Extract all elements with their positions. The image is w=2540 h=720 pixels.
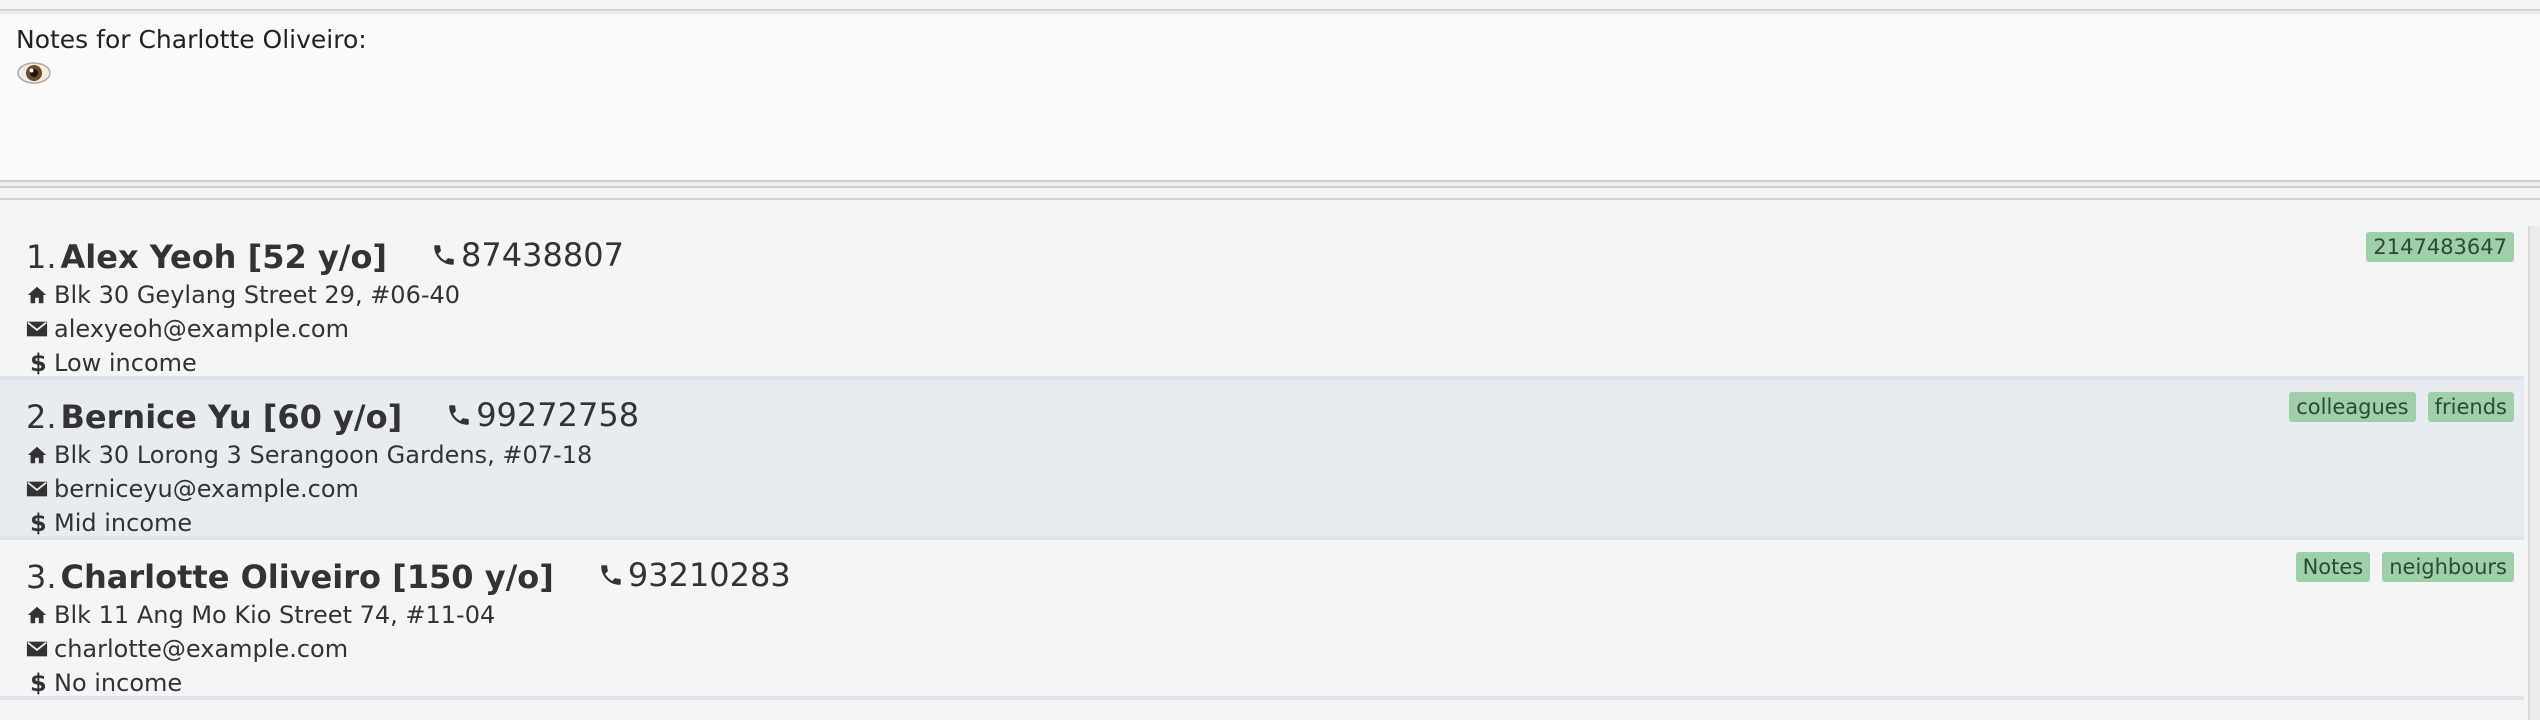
tag: neighbours	[2382, 552, 2514, 582]
person-index: 1.	[26, 238, 57, 276]
email-text: charlotte@example.com	[54, 635, 349, 663]
mail-icon	[26, 320, 54, 338]
app-window: Notes for Charlotte Oliveiro: 1. Alex Ye…	[0, 0, 2540, 720]
income-text: Mid income	[54, 509, 193, 537]
tag: colleagues	[2289, 392, 2416, 422]
tag-list: colleagues friends	[2289, 392, 2514, 422]
person-phone: 99272758	[446, 396, 639, 434]
address-text: Blk 30 Geylang Street 29, #06-40	[54, 281, 461, 309]
dollar-icon: $	[30, 349, 47, 377]
notes-title: Notes for Charlotte Oliveiro:	[16, 25, 367, 54]
tag: Notes	[2295, 552, 2371, 582]
list-header-gap	[0, 188, 2540, 200]
person-email: berniceyu@example.com	[26, 472, 2498, 506]
phone-icon	[601, 565, 621, 585]
person-name: Bernice Yu [60 y/o]	[60, 398, 403, 436]
home-icon	[26, 284, 54, 306]
notes-panel: Notes for Charlotte Oliveiro:	[0, 14, 2540, 180]
income-text: Low income	[54, 349, 197, 377]
split-divider[interactable]	[0, 180, 2540, 188]
dollar-icon: $	[30, 509, 47, 537]
person-name: Alex Yeoh [52 y/o]	[60, 238, 388, 276]
phone-number: 93210283	[627, 556, 791, 594]
phone-number: 87438807	[461, 236, 624, 274]
person-card[interactable]: 3. Charlotte Oliveiro [150 y/o] 93210283…	[0, 540, 2524, 700]
email-text: alexyeoh@example.com	[54, 315, 349, 343]
home-icon	[26, 444, 54, 466]
tag-list: 2147483647	[2366, 232, 2514, 262]
person-phone: 93210283	[598, 556, 791, 594]
phone-icon	[434, 245, 454, 265]
mail-icon	[26, 640, 54, 658]
person-email: alexyeoh@example.com	[26, 312, 2498, 346]
person-card[interactable]: 1. Alex Yeoh [52 y/o] 87438807 Blk 30 Ge…	[0, 220, 2524, 380]
home-icon	[26, 604, 54, 626]
mail-icon	[26, 480, 54, 498]
address-text: Blk 11 Ang Mo Kio Street 74, #11-04	[54, 601, 496, 629]
tag: friends	[2427, 392, 2514, 422]
person-income: $ Mid income	[26, 506, 2498, 540]
person-address: Blk 30 Lorong 3 Serangoon Gardens, #07-1…	[26, 438, 2498, 472]
list-scrollbar[interactable]	[2528, 226, 2540, 720]
income-text: No income	[54, 669, 183, 697]
person-income: $ Low income	[26, 346, 2498, 380]
person-card[interactable]: 2. Bernice Yu [60 y/o] 99272758 Blk 30 L…	[0, 380, 2524, 540]
person-index: 3.	[26, 558, 57, 596]
tag-list: Notes neighbours	[2295, 552, 2514, 582]
address-text: Blk 30 Lorong 3 Serangoon Gardens, #07-1…	[54, 441, 593, 469]
phone-icon	[449, 405, 469, 425]
person-name: Charlotte Oliveiro [150 y/o]	[60, 558, 554, 596]
email-text: berniceyu@example.com	[54, 475, 359, 503]
tag: 2147483647	[2366, 232, 2514, 262]
eye-icon[interactable]	[16, 60, 52, 90]
person-address: Blk 30 Geylang Street 29, #06-40	[26, 278, 2498, 312]
person-address: Blk 11 Ang Mo Kio Street 74, #11-04	[26, 598, 2498, 632]
person-income: $ No income	[26, 666, 2498, 700]
person-list[interactable]: 1. Alex Yeoh [52 y/o] 87438807 Blk 30 Ge…	[0, 220, 2524, 720]
dollar-icon: $	[30, 669, 47, 697]
person-index: 2.	[26, 398, 57, 436]
person-email: charlotte@example.com	[26, 632, 2498, 666]
person-phone: 87438807	[431, 236, 624, 274]
phone-number: 99272758	[476, 396, 640, 434]
